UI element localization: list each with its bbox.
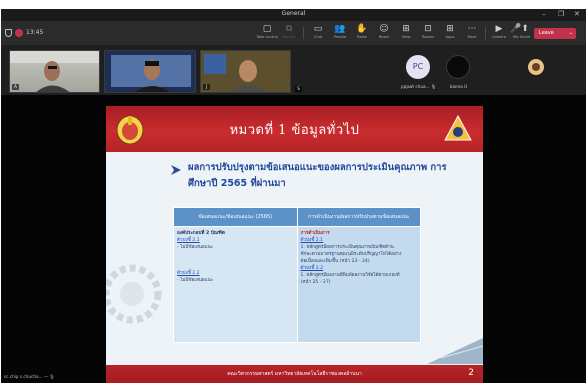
participant-badge: A [12,84,19,90]
action-heading: การดำเนินการ [300,231,330,236]
table-header: ข้อเสนอแนะ/ข้อเสนอแนะ (2565) [173,207,298,227]
restore-icon[interactable]: ❐ [558,10,564,18]
component-label: องค์ประกอบที่ 2 บัณฑิต [177,231,225,236]
slide-footer: คณะวิศวกรรมศาสตร์ มหาวิทยาลัยเทคโนโลยีรา… [106,365,483,383]
people-button[interactable]: 👥 People [329,24,351,44]
indicator-note: - ไม่มีข้อเสนอแนะ [177,245,214,250]
indicator-link[interactable]: ตัวบ่งชี้ 2.1 [301,237,418,244]
take-control-icon: ▢ [262,24,272,34]
participant-name: pppwt chua... 🎙 [401,84,437,89]
take-control-button[interactable]: ▢ Take control [256,24,278,44]
avatar[interactable] [528,59,544,75]
toolbar-divider [303,27,304,39]
react-icon: ☺ [379,24,389,34]
participant-portrait [201,51,290,92]
participant-strip: A J S PC pppwt chua... 🎙 kanna U [1,45,586,95]
solar-panel-icon [427,338,483,364]
action-text: (หน้า 25 - 27) [300,280,331,285]
avatar[interactable]: PC [406,55,430,79]
presenter-label: sc.chip s.chucha... ― 🎙 [4,374,55,379]
gear-icon [106,264,162,324]
chat-icon: ▭ [313,24,323,34]
pop-out-button[interactable]: ⧉ Pop out [278,24,300,44]
leave-label: Leave [539,30,554,36]
window-title: General [281,10,306,17]
rooms-icon: ⊡ [424,24,432,34]
action-cell: การดำเนินการ ตัวบ่งชี้ 2.1 1. หลักสูตรมี… [296,226,421,343]
participant-video[interactable]: J [200,50,291,93]
slide-header: หมวดที่ 1 ข้อมูลทั่วไป [106,106,483,152]
participant-portrait [105,51,195,92]
participant-name: kanna U [450,84,468,89]
apps-icon: ⊞ [446,24,454,34]
participant-badge: J [203,84,210,90]
indicator-note: - ไม่มีข้อเสนอแนะ [177,278,214,283]
share-button[interactable]: ⬆ Share [516,24,534,44]
chat-button[interactable]: ▭ Chat [307,24,329,44]
footer-text: คณะวิศวกรรมศาสตร์ มหาวิทยาลัยเทคโนโลยีรา… [227,371,362,377]
apps-button[interactable]: ⊞ Apps [439,24,461,44]
action-text: ทักษะตามมาตรฐานคุณวุฒิระดับปริญญาโทได้อย… [300,252,402,257]
slide-subtitle: ผลการปรับปรุงตามข้อเสนอแนะของผลการประเมิ… [188,162,447,189]
action-text: 1. หลักสูตรมีผลงานตีพิมพ์ผลงานวิจัยได้ตา… [300,273,400,278]
pop-out-icon: ⧉ [285,24,293,34]
table-header: การดำเนินงาน/ผลการปรับปรุงตามข้อเสนอแนะ [296,207,421,227]
arrow-bullet-icon [171,165,181,175]
suggestion-table: ข้อเสนอแนะ/ข้อเสนอแนะ (2565) การดำเนินงา… [173,207,421,343]
avatar[interactable] [446,55,470,79]
participant-video[interactable] [104,50,196,93]
indicator-link[interactable]: ตัวบ่งชี้ 2.2 [301,265,418,272]
recording-icon[interactable] [15,29,23,37]
leave-button[interactable]: Leave ⌄ [534,28,576,39]
view-icon: ⊞ [402,24,410,34]
meeting-toolbar: 13:45 ▢ Take control ⧉ Pop out ▭ Chat 👥 … [1,21,586,45]
raise-hand-button[interactable]: ✋ Raise [351,24,373,44]
rooms-button[interactable]: ⊡ Rooms [417,24,439,44]
view-button[interactable]: ⊞ View [395,24,417,44]
minimize-icon[interactable]: – [542,10,546,18]
suggestion-cell: องค์ประกอบที่ 2 บัณฑิต ตัวบ่งชี้ 2.1 - ไ… [173,226,298,343]
raise-hand-icon: ✋ [356,24,368,34]
meeting-timer: 13:45 [26,29,44,36]
indicator-link[interactable]: ตัวบ่งชี้ 2.1 [177,237,294,244]
shield-icon[interactable] [5,29,12,37]
action-text: ต่อเนื่องและเพิ่มขึ้น (หน้า 23 - 24) [300,259,370,264]
participant-video[interactable]: A [9,50,100,93]
close-icon[interactable]: ✕ [574,10,580,18]
react-button[interactable]: ☺ React [373,24,395,44]
indicator-link[interactable]: ตัวบ่งชี้ 2.2 [177,270,294,277]
teams-window: General – ❐ ✕ 13:45 ▢ Take control ⧉ Pop… [1,9,586,383]
faculty-emblem-icon [444,114,472,141]
toolbar-divider [485,27,486,39]
slide-title: หมวดที่ 1 ข้อมูลทั่วไป [229,123,360,138]
chevron-down-icon[interactable]: ⌄ [569,28,573,39]
more-button[interactable]: ··· More [461,24,483,44]
slide-page-number: 2 [468,368,474,378]
action-text: 1. หลักสูตรมีผลการประเมินคุณภาพบัณฑิตด้า… [300,245,394,250]
people-icon: 👥 [334,24,346,34]
presentation-slide: หมวดที่ 1 ข้อมูลทั่วไป ผลการปรับปรุงตามข… [106,106,483,383]
participant-portrait [10,51,99,92]
participant-badge: S [295,86,302,92]
more-icon: ··· [467,24,477,34]
title-bar: General – ❐ ✕ [1,9,586,21]
share-icon: ⬆ [521,24,529,34]
shared-screen: หมวดที่ 1 ข้อมูลทั่วไป ผลการปรับปรุงตามข… [1,95,586,383]
